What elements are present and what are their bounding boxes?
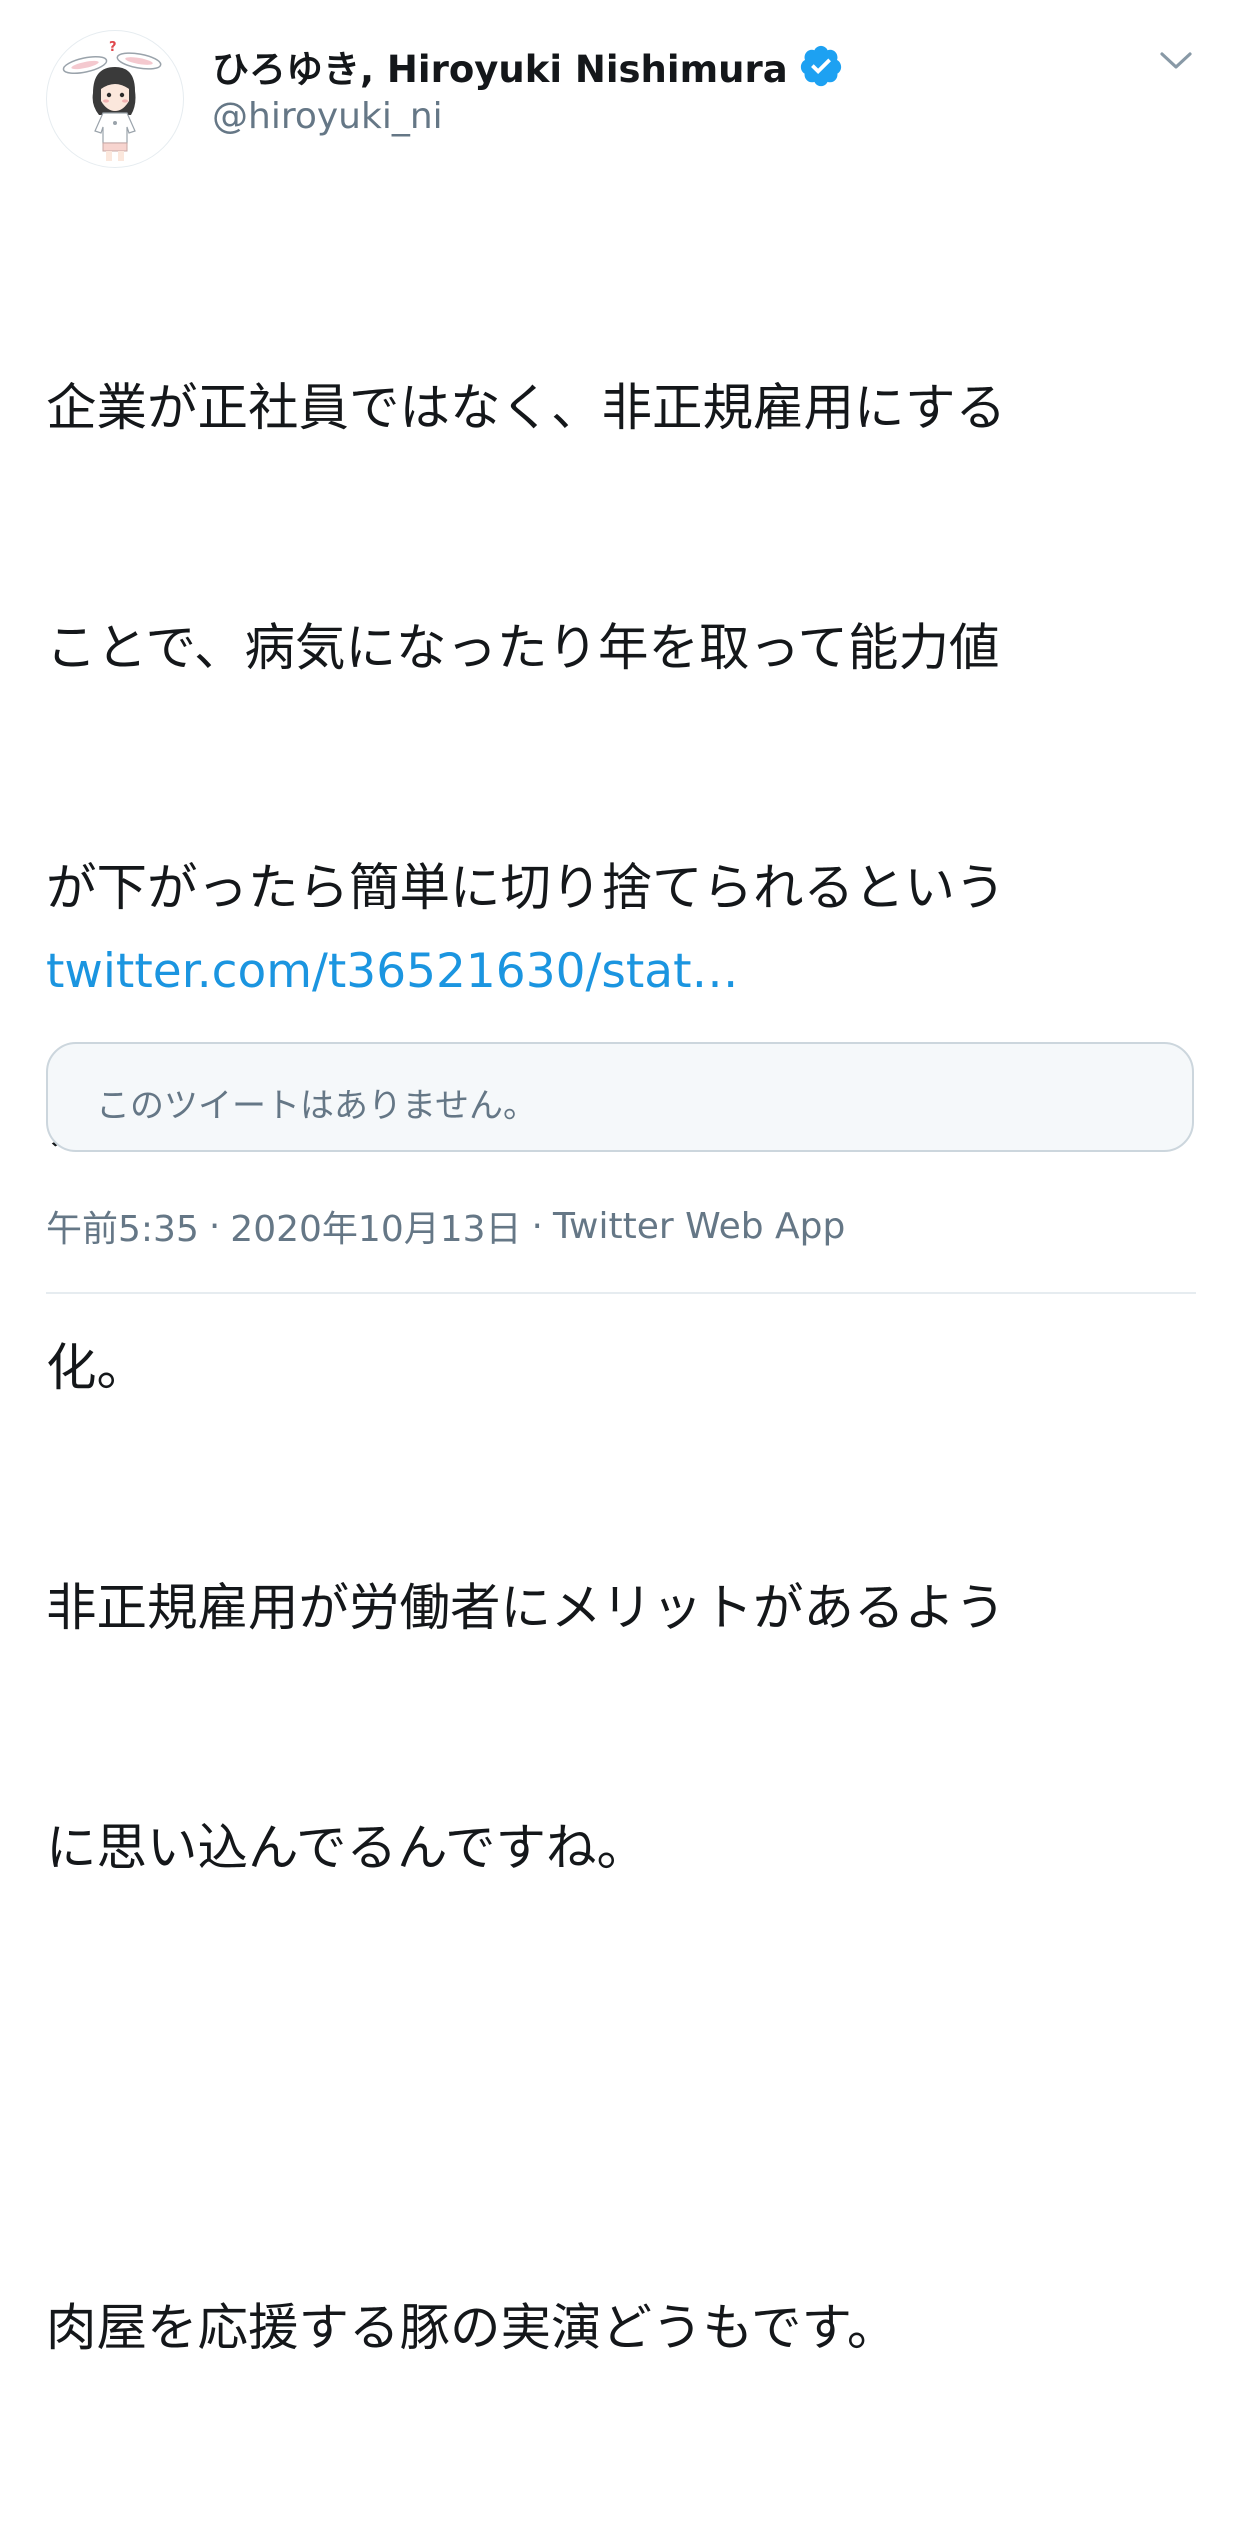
bunny-ear-character-avatar-icon: ? (62, 40, 162, 161)
author-display-name[interactable]: ひろゆき, Hiroyuki Nishimura (212, 39, 788, 93)
quoted-tweet-unavailable-card[interactable]: このツイートはありません。 (46, 1042, 1194, 1152)
tweet-text-line: ことで、病気になったり年を取って能力値 (46, 618, 1000, 677)
meta-separator: · (531, 1205, 543, 1247)
tweet-detail: ? ひろゆき, Hiroyuki Nishimura @hiroyuki_ni … (0, 0, 1242, 2357)
tweet-text: 企業が正社員ではなく、非正規雇用にする ことで、病気になったり年を取って能力値 … (46, 208, 1206, 2528)
tweet-link[interactable]: twitter.com/t36521630/stat… (46, 937, 739, 1007)
svg-text:?: ? (109, 40, 117, 55)
tweet-source[interactable]: Twitter Web App (553, 1206, 845, 1247)
tweet-date[interactable]: 2020年10月13日 (230, 1200, 521, 1252)
tweet-text-line: 企業が正社員ではなく、非正規雇用にする (46, 378, 1007, 437)
quoted-tweet-message: このツイートはありません。 (96, 1086, 537, 1126)
tweet-text-line (46, 2048, 1206, 2128)
verified-badge-icon (798, 43, 844, 89)
avatar[interactable]: ? (46, 30, 184, 168)
tweet-text-line: 非正規雇用が労働者にメリットがあるよう (46, 1578, 1006, 1637)
tweet-text-line: が下がったら簡単に切り捨てられるという (46, 858, 1006, 917)
meta-separator: · (208, 1205, 221, 1247)
tweet-time[interactable]: 午前5:35 (46, 1200, 199, 1252)
author-name-row[interactable]: ひろゆき, Hiroyuki Nishimura (212, 40, 844, 92)
tweet-text-line: に思い込んでるんですね。 (46, 1818, 647, 1877)
chevron-down-icon[interactable] (1156, 42, 1196, 78)
tweet-text-line: 肉屋を応援する豚の実演どうもです。 (46, 2298, 898, 2357)
tweet-meta: 午前5:35 · 2020年10月13日 · Twitter Web App (46, 1200, 845, 1252)
tweet-text-line: 化。 (46, 1338, 147, 1397)
author-handle[interactable]: @hiroyuki_ni (212, 96, 443, 137)
